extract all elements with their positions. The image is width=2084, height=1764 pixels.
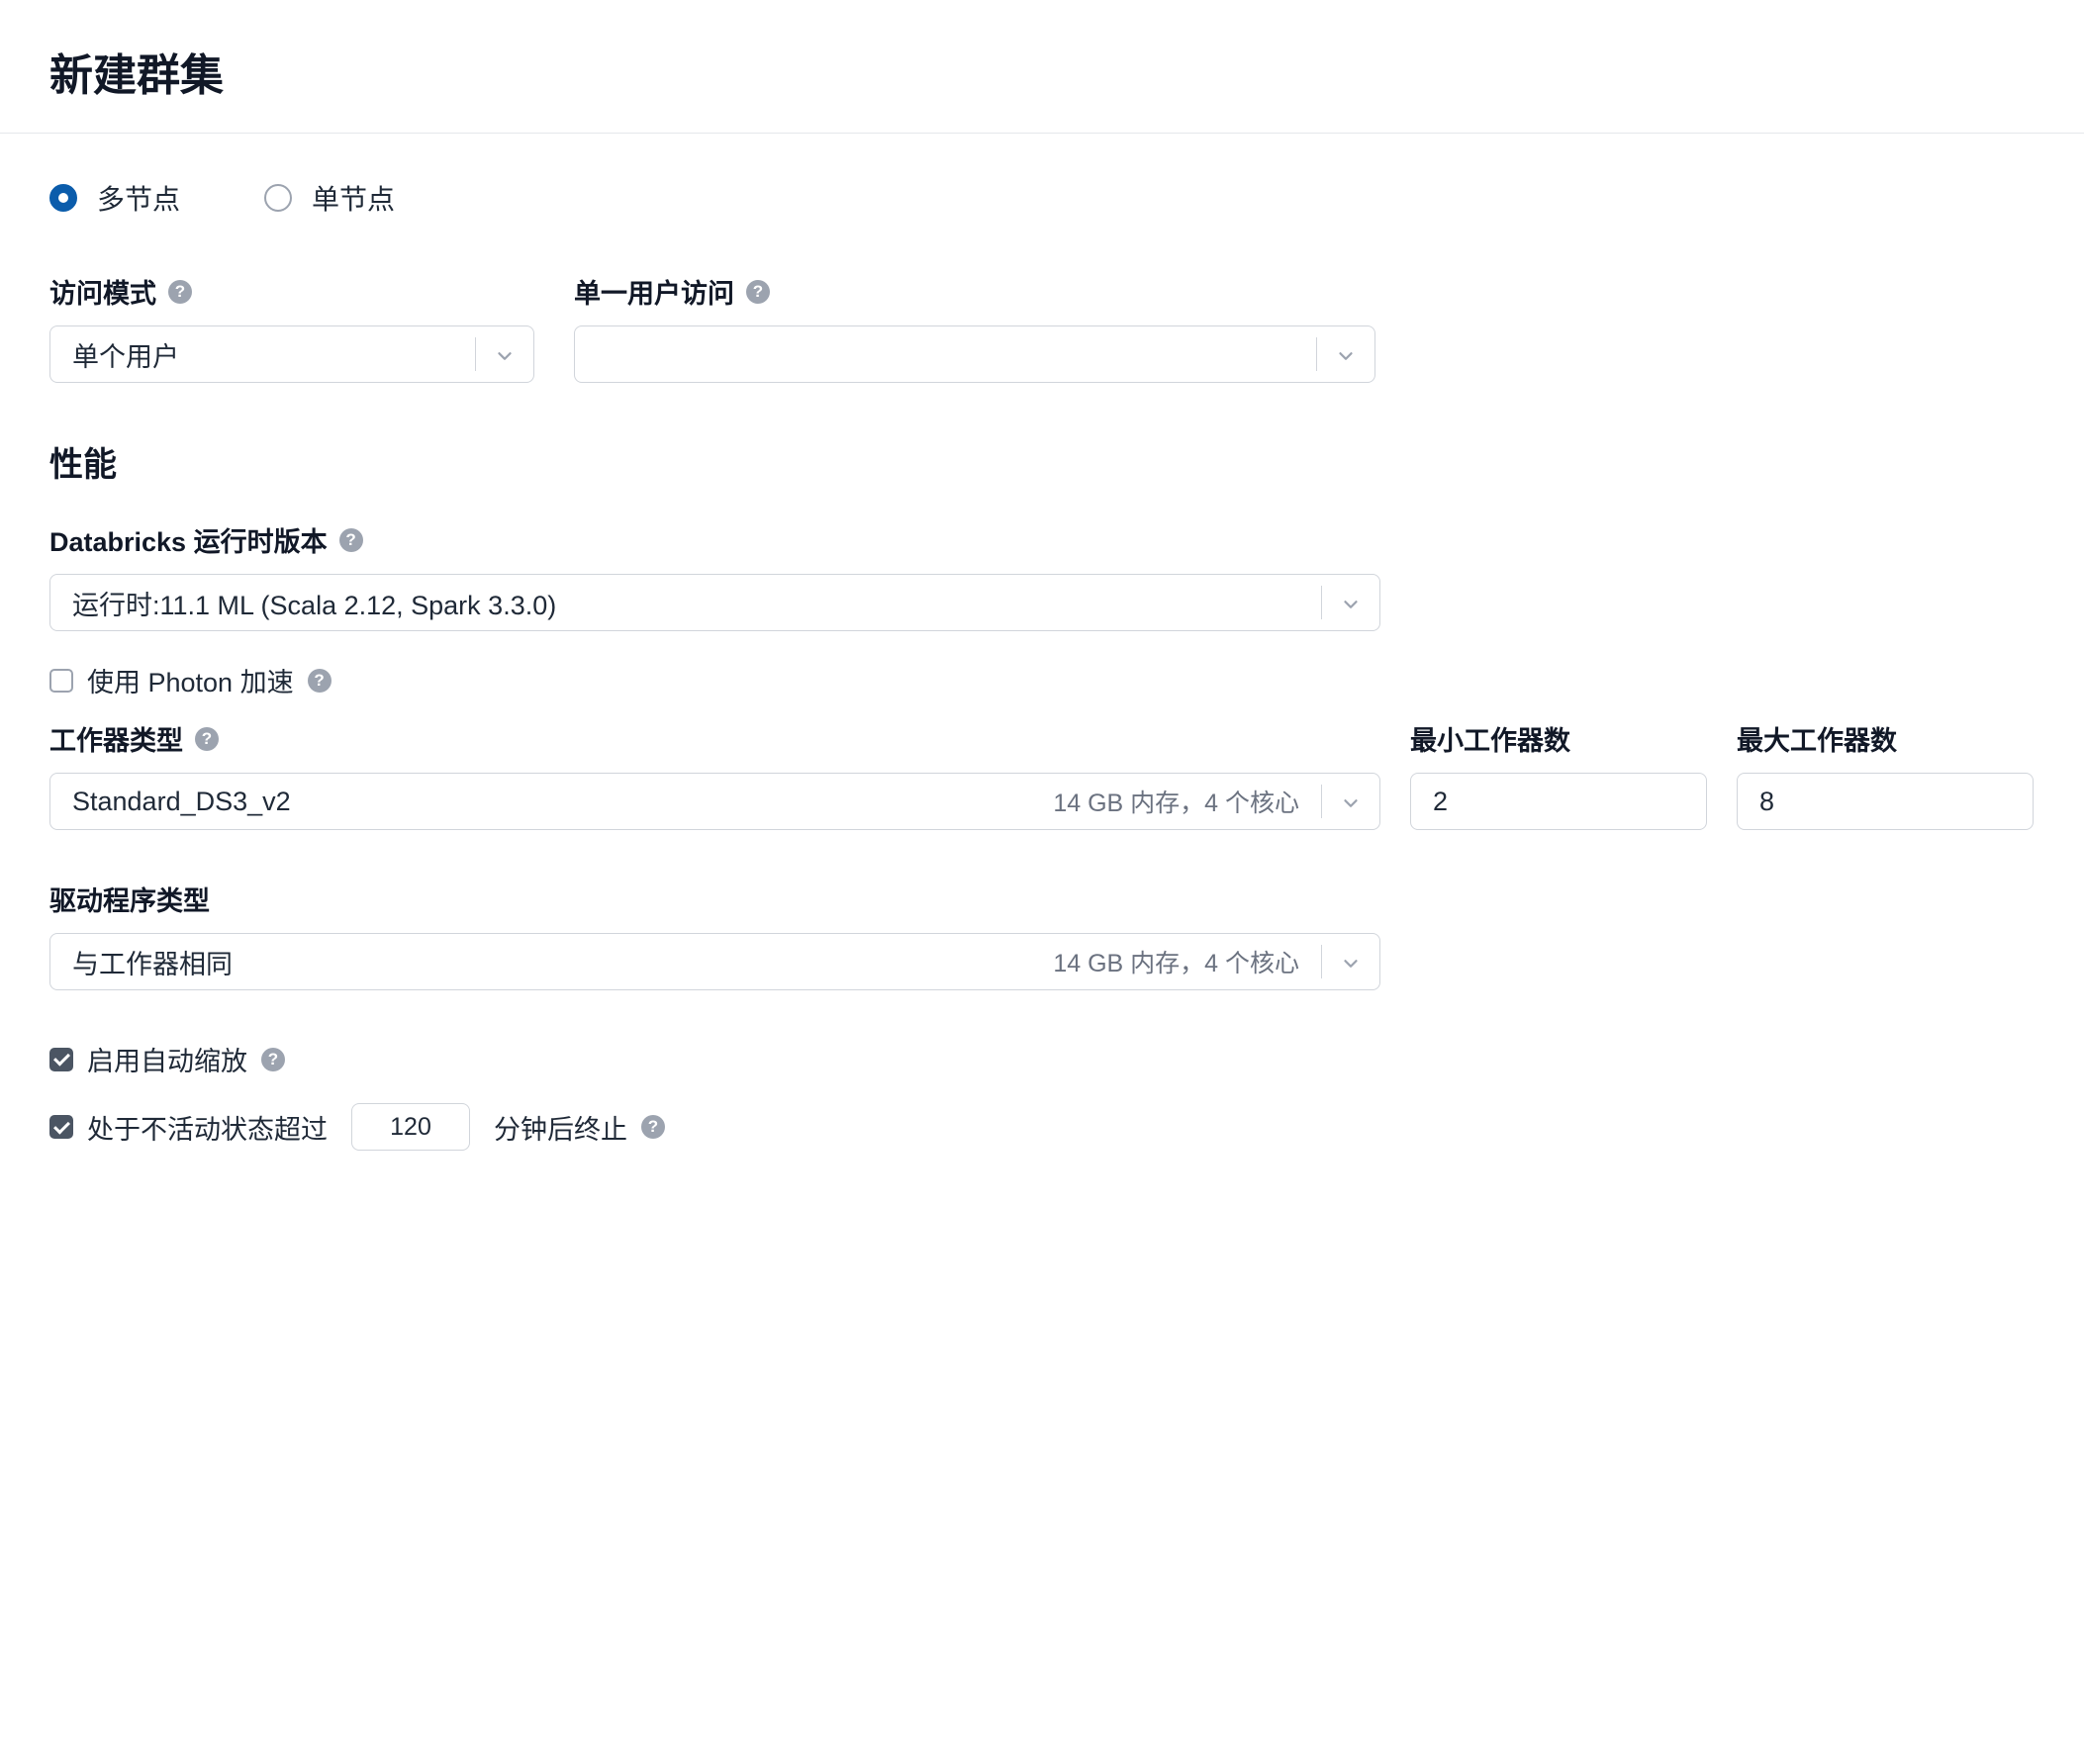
radio-label: 多节点 [97,178,180,218]
terminate-suffix: 分钟后终止 [494,1108,627,1147]
select-value: Standard_DS3_v2 [72,787,1043,817]
divider [1321,945,1322,978]
help-icon[interactable]: ? [339,528,363,552]
select-value: 单个用户 [72,335,453,374]
autoscale-checkbox[interactable] [49,1048,73,1071]
help-icon[interactable]: ? [261,1048,285,1071]
chevron-down-icon [494,343,516,365]
terminate-checkbox[interactable] [49,1115,73,1139]
access-mode-select[interactable]: 单个用户 [49,325,534,383]
page-title: 新建群集 [49,40,2035,133]
chevron-down-icon [1340,592,1362,613]
chevron-down-icon [1340,951,1362,973]
terminate-minutes-input[interactable] [351,1103,470,1151]
photon-label: 使用 Photon 加速 [87,661,294,699]
radio-multi-node[interactable]: 多节点 [49,178,180,218]
select-value: 运行时:11.1 ML (Scala 2.12, Spark 3.3.0) [72,584,1299,622]
help-icon[interactable]: ? [746,280,770,304]
select-value: 与工作器相同 [72,943,1043,981]
help-icon[interactable]: ? [195,727,219,751]
help-icon[interactable]: ? [641,1115,665,1139]
divider [0,133,2084,134]
chevron-down-icon [1335,343,1357,365]
select-meta: 14 GB 内存，4 个核心 [1053,784,1299,819]
worker-type-label: 工作器类型 ? [49,719,1380,758]
autoscale-label: 启用自动缩放 [87,1040,247,1078]
divider [1321,785,1322,818]
performance-section-title: 性能 [49,437,2035,486]
driver-type-select[interactable]: 与工作器相同 14 GB 内存，4 个核心 [49,933,1380,990]
runtime-version-label: Databricks 运行时版本 ? [49,520,1380,559]
max-workers-label: 最大工作器数 [1737,719,2034,758]
divider [1316,337,1317,371]
driver-type-label: 驱动程序类型 [49,880,1380,918]
min-workers-input[interactable] [1410,773,1707,830]
divider [1321,586,1322,619]
worker-type-select[interactable]: Standard_DS3_v2 14 GB 内存，4 个核心 [49,773,1380,830]
radio-label: 单节点 [312,178,395,218]
radio-indicator [264,184,292,212]
runtime-version-select[interactable]: 运行时:11.1 ML (Scala 2.12, Spark 3.3.0) [49,574,1380,631]
single-user-access-label: 单一用户访问 ? [574,272,1375,311]
select-meta: 14 GB 内存，4 个核心 [1053,944,1299,979]
max-workers-input[interactable] [1737,773,2034,830]
divider [475,337,476,371]
node-mode-radio-group: 多节点 单节点 [49,178,2035,218]
radio-single-node[interactable]: 单节点 [264,178,395,218]
single-user-access-select[interactable] [574,325,1375,383]
help-icon[interactable]: ? [308,669,332,693]
chevron-down-icon [1340,790,1362,812]
radio-indicator [49,184,77,212]
access-mode-label: 访问模式 ? [49,272,534,311]
terminate-prefix: 处于不活动状态超过 [87,1108,328,1147]
help-icon[interactable]: ? [168,280,192,304]
min-workers-label: 最小工作器数 [1410,719,1707,758]
photon-checkbox[interactable] [49,669,73,693]
